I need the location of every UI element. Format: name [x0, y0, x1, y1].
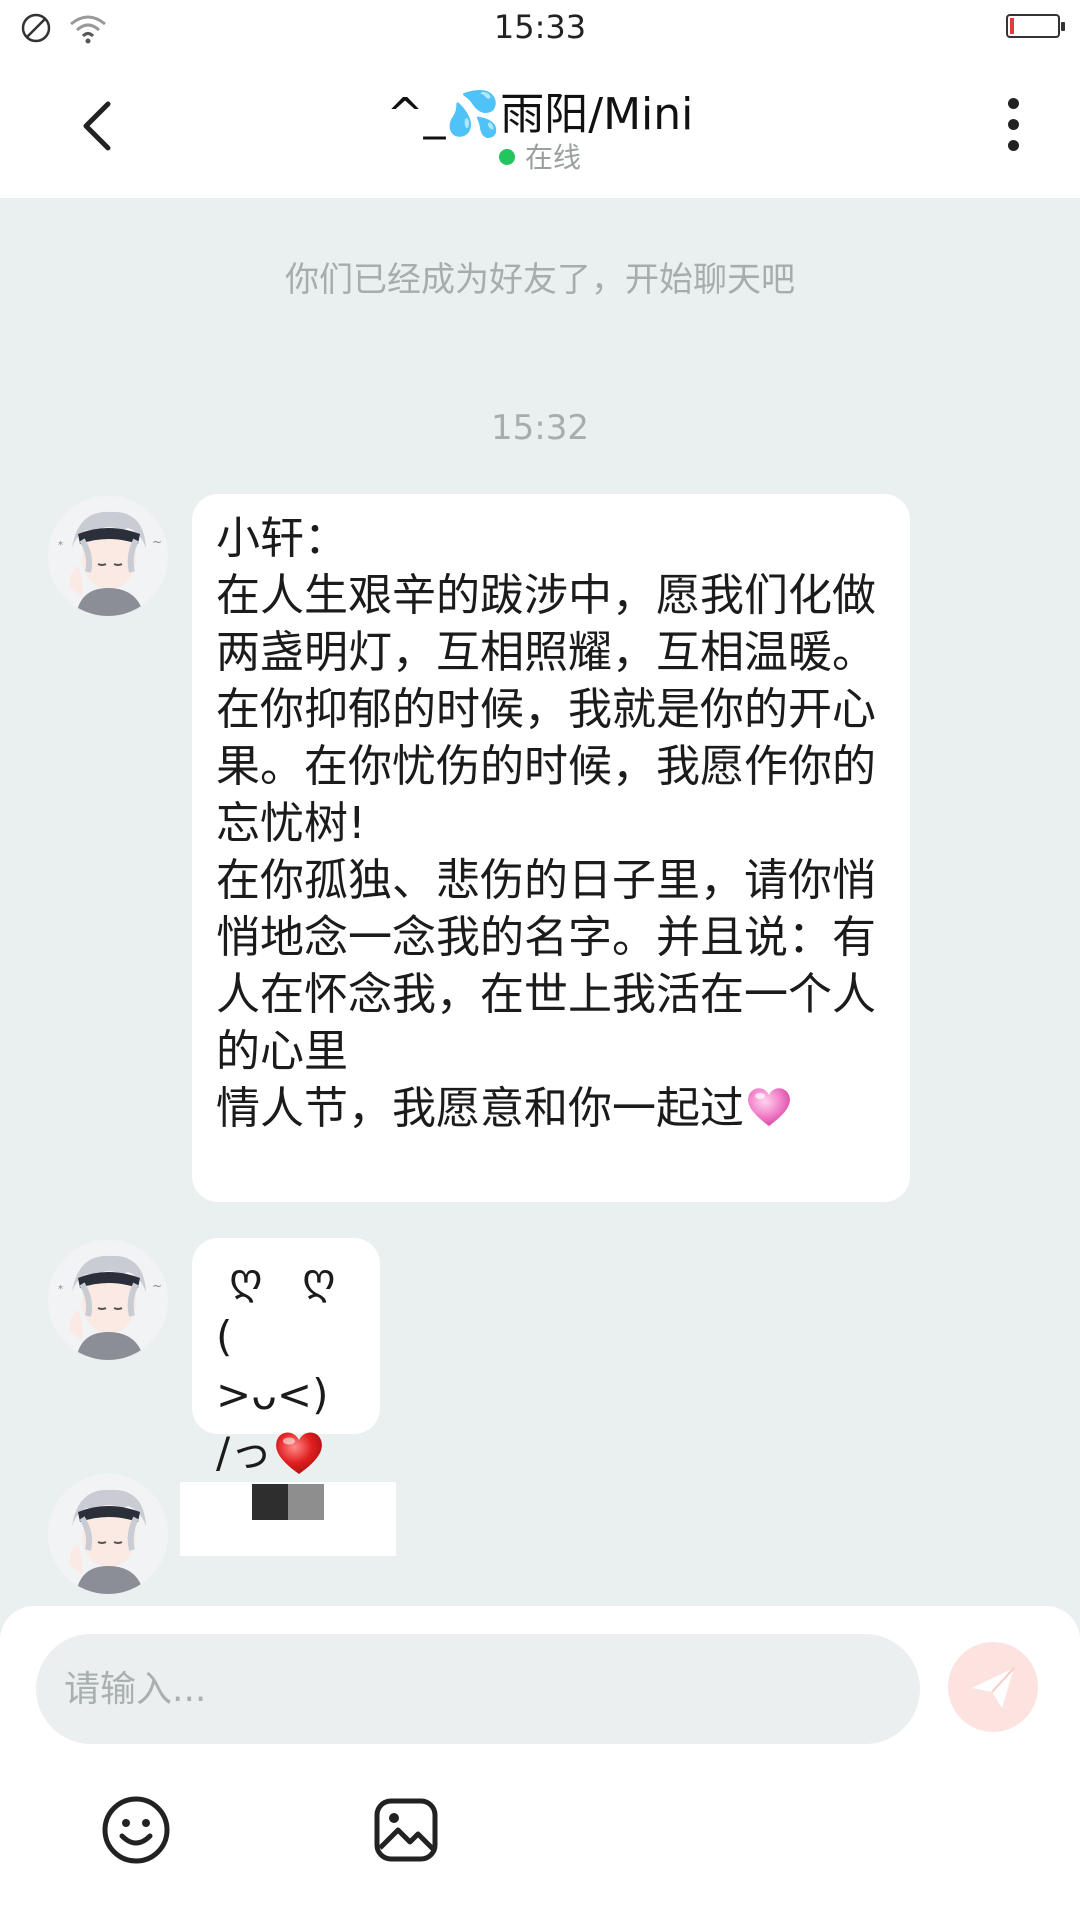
more-options-button[interactable]: [998, 98, 1028, 158]
more-dot-icon: [1007, 119, 1019, 130]
input-panel: [0, 1606, 1080, 1920]
online-status-label: 在线: [524, 141, 581, 174]
redaction-pixel: [252, 1484, 288, 1520]
pink-heart-icon: [748, 1088, 790, 1126]
redaction-pixel: [288, 1484, 324, 1520]
svg-text:*: *: [58, 1284, 63, 1295]
svg-text:*: *: [58, 540, 63, 551]
more-dot-icon: [1007, 98, 1019, 109]
avatar[interactable]: * ~: [48, 496, 168, 616]
svg-text:~: ~: [152, 1279, 162, 1293]
online-status: 在线: [0, 136, 1080, 176]
send-icon: [972, 1667, 1015, 1708]
svg-text:~: ~: [152, 535, 162, 549]
chat-header: ^_💦雨阳/Mini 在线: [0, 58, 1080, 198]
red-heart-icon: [276, 1432, 323, 1474]
system-message: 你们已经成为好友了，开始聊天吧: [285, 260, 795, 300]
image-button[interactable]: [372, 1796, 440, 1864]
emoji-button[interactable]: [100, 1794, 172, 1866]
send-button[interactable]: [948, 1642, 1038, 1732]
more-dot-icon: [1007, 140, 1019, 151]
battery-icon: [1006, 14, 1065, 38]
message-text: 小轩： 在人生艰辛的跋涉中，愿我们化做两盏明灯，互相照耀，互相温暖。 在你抑郁的…: [216, 513, 876, 1134]
avatar[interactable]: [48, 1474, 168, 1594]
avatar[interactable]: * ~: [48, 1240, 168, 1360]
chat-title: ^_💦雨阳/Mini: [386, 89, 694, 140]
status-bar: 15:33: [0, 0, 1080, 58]
avatar-illustration: * ~: [48, 496, 168, 616]
online-dot-icon: [498, 149, 515, 165]
message-bubble[interactable]: 小轩： 在人生艰辛的跋涉中，愿我们化做两盏明灯，互相照耀，互相温暖。 在你抑郁的…: [192, 494, 910, 1202]
message-input[interactable]: [36, 1634, 920, 1744]
avatar-illustration: [48, 1474, 168, 1594]
message-bubble[interactable]: ღ ღ ( >ᴗ<) /っ: [192, 1238, 380, 1477]
message-timestamp: 15:32: [491, 408, 589, 448]
status-time: 15:33: [493, 8, 587, 46]
avatar-illustration: * ~: [48, 1240, 168, 1360]
